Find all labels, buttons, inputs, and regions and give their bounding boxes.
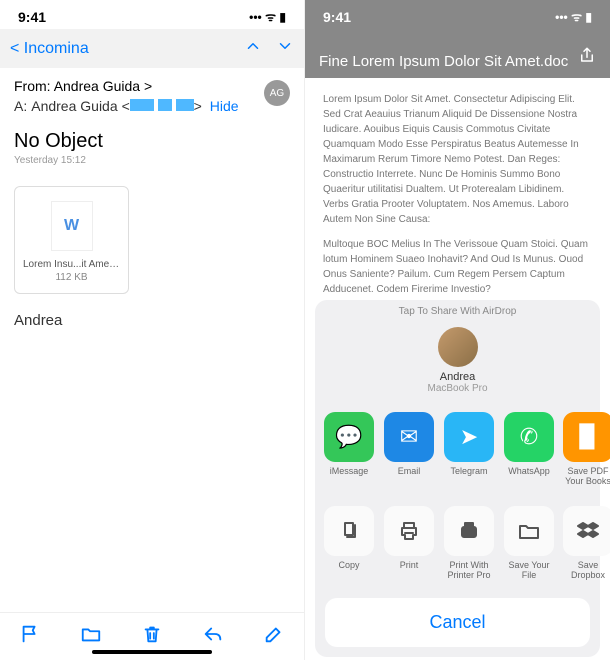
airdrop-name: Andrea bbox=[315, 371, 600, 383]
folder-icon bbox=[504, 506, 554, 556]
printer-pro-icon bbox=[444, 506, 494, 556]
folder-button[interactable] bbox=[80, 623, 102, 650]
status-time: 9:41 bbox=[323, 9, 351, 25]
status-indicators: ••• ᯤ ▮ bbox=[249, 8, 286, 25]
paragraph: Multoque BOC Melius In The Verissoue Qua… bbox=[323, 237, 592, 297]
print-icon bbox=[384, 506, 434, 556]
attachment-name: Lorem Insu...it Amet.doc bbox=[19, 259, 124, 270]
books-icon: ▉ bbox=[563, 412, 610, 462]
action-printerpro[interactable]: Print With Printer Pro bbox=[443, 506, 495, 580]
share-actions-row: Copy Print Print With Printer Pro Save Y… bbox=[315, 496, 600, 590]
whatsapp-icon: ✆ bbox=[504, 412, 554, 462]
share-sheet: Tap To Share With AirDrop Andrea MacBook… bbox=[315, 300, 600, 657]
word-icon: W bbox=[51, 201, 93, 251]
action-label: Print With Printer Pro bbox=[447, 560, 490, 580]
dropbox-icon bbox=[563, 506, 610, 556]
copy-icon bbox=[324, 506, 374, 556]
home-indicator[interactable] bbox=[92, 650, 212, 654]
reply-button[interactable] bbox=[202, 623, 224, 650]
prev-message-button[interactable] bbox=[244, 37, 262, 60]
share-whatsapp[interactable]: ✆ WhatsApp bbox=[503, 412, 555, 486]
action-print[interactable]: Print bbox=[383, 506, 435, 580]
share-email[interactable]: ✉ Email bbox=[383, 412, 435, 486]
redacted-email: < > bbox=[122, 98, 202, 114]
next-message-button[interactable] bbox=[276, 37, 294, 60]
action-savefile[interactable]: Save Your File bbox=[503, 506, 555, 580]
action-label: Print bbox=[400, 560, 419, 570]
action-label: Save Your File bbox=[508, 560, 549, 580]
doc-title: Fine Lorem Ipsum Dolor Sit Amet.doc bbox=[319, 53, 568, 70]
from-label: From: bbox=[14, 78, 51, 94]
action-label: Copy bbox=[338, 560, 359, 570]
trash-button[interactable] bbox=[141, 623, 163, 650]
email-icon: ✉ bbox=[384, 412, 434, 462]
avatar[interactable]: AG bbox=[264, 80, 290, 106]
status-bar: 9:41 ••• ᯤ ▮ bbox=[305, 0, 610, 29]
signature: Andrea bbox=[0, 304, 304, 337]
airdrop-avatar bbox=[438, 327, 478, 367]
action-label: Save Dropbox bbox=[571, 560, 605, 580]
share-imessage[interactable]: 💬 iMessage bbox=[323, 412, 375, 486]
attachment[interactable]: W Lorem Insu...it Amet.doc 112 KB bbox=[14, 186, 129, 294]
hide-button[interactable]: Hide bbox=[210, 98, 239, 114]
subject: No Object bbox=[0, 124, 304, 153]
back-label: Incomina bbox=[24, 40, 89, 57]
app-label: iMessage bbox=[330, 466, 369, 476]
cancel-button[interactable]: Cancel bbox=[325, 598, 590, 647]
share-savepdf[interactable]: ▉ Save PDF Your Books bbox=[563, 412, 610, 486]
date: Yesterday 15:12 bbox=[0, 153, 304, 176]
action-copy[interactable]: Copy bbox=[323, 506, 375, 580]
to-name: Andrea Guida bbox=[31, 98, 117, 114]
telegram-icon: ➤ bbox=[444, 412, 494, 462]
airdrop-target[interactable]: Andrea MacBook Pro bbox=[315, 323, 600, 402]
document-preview-screen: 9:41 ••• ᯤ ▮ Fine Lorem Ipsum Dolor Sit … bbox=[305, 0, 610, 660]
to-label: A: bbox=[14, 98, 27, 114]
airdrop-hint: Tap To Share With AirDrop bbox=[315, 300, 600, 323]
app-label: Email bbox=[398, 466, 421, 476]
share-button[interactable] bbox=[578, 45, 596, 70]
status-bar: 9:41 ••• ᯤ ▮ bbox=[0, 0, 304, 29]
from-name: Andrea Guida bbox=[54, 78, 140, 94]
app-label: Save PDF Your Books bbox=[565, 466, 610, 486]
imessage-icon: 💬 bbox=[324, 412, 374, 462]
status-indicators: ••• ᯤ ▮ bbox=[555, 8, 592, 25]
nav-bar: < Incomina bbox=[0, 29, 304, 68]
to-line[interactable]: A: Andrea Guida < > Hide bbox=[14, 98, 290, 114]
share-telegram[interactable]: ➤ Telegram bbox=[443, 412, 495, 486]
app-label: Telegram bbox=[450, 466, 487, 476]
back-button[interactable]: < Incomina bbox=[10, 40, 89, 58]
airdrop-device: MacBook Pro bbox=[315, 383, 600, 394]
share-apps-row: 💬iMessage ✉Email ➤Telegram ✆WhatsApp ▉Sa… bbox=[315, 402, 600, 496]
paragraph: Lorem Ipsum Dolor Sit Amet. Consectetur … bbox=[323, 92, 592, 227]
app-label: WhatsApp bbox=[508, 466, 550, 476]
mail-header: From: Andrea Guida > A: Andrea Guida < >… bbox=[0, 68, 304, 124]
attachment-size: 112 KB bbox=[19, 272, 124, 283]
action-dropbox[interactable]: Save Dropbox bbox=[563, 506, 610, 580]
compose-button[interactable] bbox=[263, 623, 285, 650]
status-time: 9:41 bbox=[18, 9, 46, 25]
mail-screen: 9:41 ••• ᯤ ▮ < Incomina From: Andrea Gui… bbox=[0, 0, 305, 660]
from-line[interactable]: From: Andrea Guida > bbox=[14, 78, 290, 94]
flag-button[interactable] bbox=[19, 623, 41, 650]
